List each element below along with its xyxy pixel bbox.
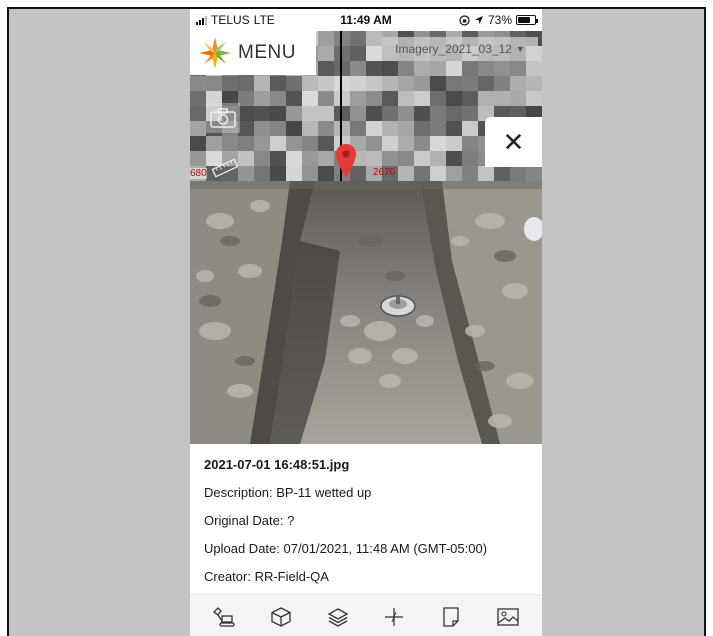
layers-button[interactable] xyxy=(323,602,353,632)
crosshair-icon xyxy=(385,607,404,626)
scale-label-right: 2670 xyxy=(373,167,396,178)
photo-original-date: Original Date: ? xyxy=(204,512,295,528)
cube-icon xyxy=(271,606,291,627)
imagery-layer-select[interactable]: Imagery_2021_03_12 ▼ xyxy=(382,37,538,61)
notes-button[interactable] xyxy=(436,602,466,632)
close-button[interactable]: ✕ xyxy=(485,117,542,167)
layers-icon xyxy=(327,607,348,627)
menu-button[interactable]: MENU xyxy=(190,31,316,75)
battery-percent: 73% xyxy=(487,13,512,27)
camera-button[interactable] xyxy=(206,103,240,133)
status-bar: TELUS LTE 11:49 AM 73% xyxy=(190,9,542,31)
photo-description: Description: BP-11 wetted up xyxy=(204,484,372,500)
phone-screen: TELUS LTE 11:49 AM 73% MENU Imagery_2021… xyxy=(190,9,542,636)
image-icon xyxy=(496,607,519,626)
site-photo xyxy=(190,181,542,444)
excavator-icon xyxy=(213,606,235,627)
photos-button[interactable] xyxy=(493,602,523,632)
app-logo-icon xyxy=(199,37,231,69)
add-point-button[interactable] xyxy=(379,602,409,632)
map-pin-icon xyxy=(336,144,356,178)
close-icon: ✕ xyxy=(502,126,525,157)
camera-icon xyxy=(210,108,236,128)
ruler-icon xyxy=(211,158,239,178)
photo-upload-date: Upload Date: 07/01/2021, 11:48 AM (GMT-0… xyxy=(204,540,488,556)
photo-details: 2021-07-01 16:48:51.jpg Description: BP-… xyxy=(190,444,542,594)
imagery-layer-value: Imagery_2021_03_12 xyxy=(395,42,512,56)
bottom-toolbar xyxy=(190,594,542,636)
excavation-tool-button[interactable] xyxy=(209,602,239,632)
location-arrow-icon xyxy=(474,16,483,24)
battery-icon xyxy=(516,15,538,25)
3d-view-button[interactable] xyxy=(266,602,296,632)
photo-filename: 2021-07-01 16:48:51.jpg xyxy=(204,456,350,472)
screenshot-frame: TELUS LTE 11:49 AM 73% MENU Imagery_2021… xyxy=(7,7,706,636)
status-indicators: 73% xyxy=(459,13,538,27)
trench-photo-image xyxy=(190,181,542,444)
note-icon xyxy=(443,606,459,627)
caret-down-icon: ▼ xyxy=(515,44,525,54)
scale-label-left: 680 xyxy=(190,168,207,179)
measure-button[interactable] xyxy=(210,155,240,181)
location-pin[interactable] xyxy=(335,143,357,181)
photo-creator: Creator: RR-Field-QA xyxy=(204,568,329,584)
menu-label: MENU xyxy=(238,42,296,63)
orientation-lock-icon xyxy=(459,14,470,26)
